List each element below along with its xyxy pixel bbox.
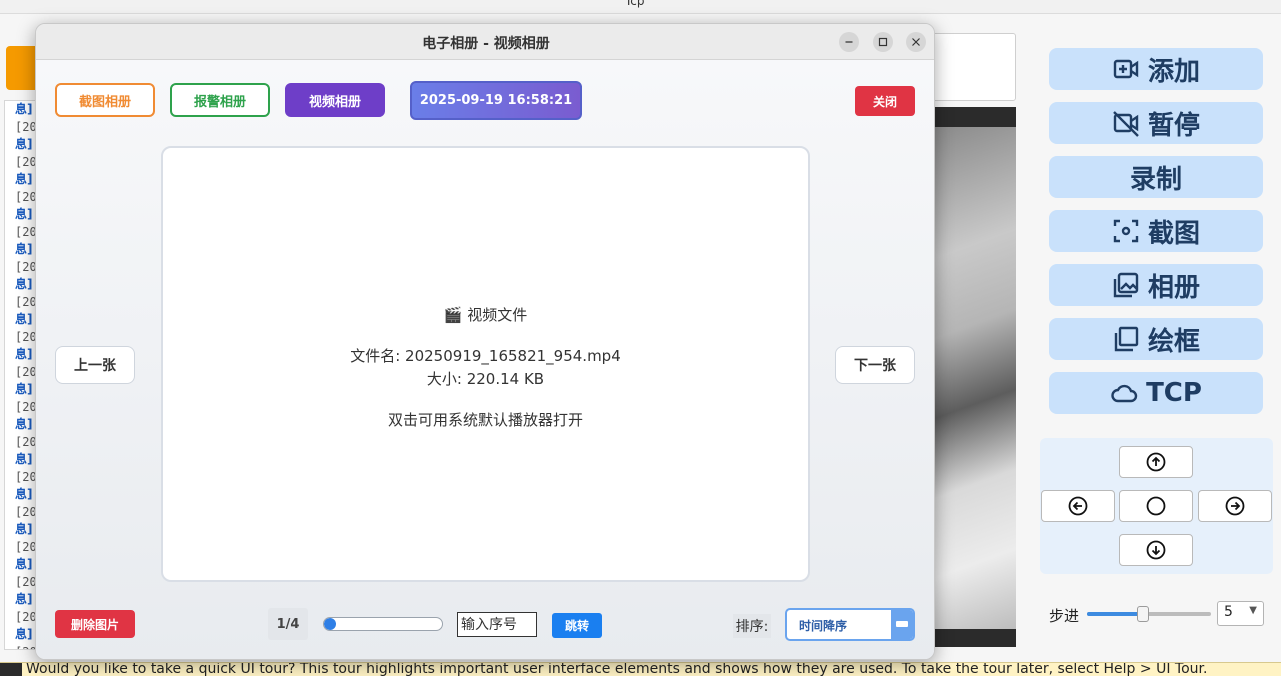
dialog-title: 电子相册 - 视频相册 <box>422 36 550 52</box>
video-off-icon <box>1113 111 1139 137</box>
sort-select[interactable]: 时间降序 <box>785 608 915 641</box>
arrow-left-icon <box>1068 496 1088 516</box>
draw-frame-button-label: 绘框 <box>1147 326 1200 357</box>
album-dialog: 电子相册 - 视频相册 截图相册 报警相册 视频相册 2025-09-19 16… <box>35 23 935 660</box>
tcp-button[interactable]: TCP <box>1049 372 1263 414</box>
left-button[interactable] <box>1041 490 1115 522</box>
step-value: 5 <box>1224 604 1233 620</box>
step-slider[interactable] <box>1087 606 1211 622</box>
minimize-icon <box>845 41 853 43</box>
down-button[interactable] <box>1119 534 1193 566</box>
progress-fill <box>324 618 336 630</box>
close-icon <box>912 38 920 46</box>
center-button[interactable] <box>1119 490 1193 522</box>
photo-album-icon <box>1113 272 1139 298</box>
circle-icon <box>1146 496 1166 516</box>
sort-value: 时间降序 <box>799 619 848 633</box>
maximize-button[interactable] <box>873 32 893 52</box>
screenshot-button-label: 截图 <box>1147 218 1200 249</box>
step-slider-fill <box>1087 612 1143 616</box>
close-button[interactable]: 关闭 <box>855 86 915 116</box>
dialog-title-bar[interactable]: 电子相册 - 视频相册 <box>36 24 934 60</box>
record-button-label: 录制 <box>1129 164 1182 195</box>
video-preview <box>930 107 1016 647</box>
dropdown-icon <box>891 610 913 639</box>
draw-frame-button[interactable]: 绘框 <box>1049 318 1263 360</box>
viewer-filesize: 大小: 220.14 KB <box>426 370 545 388</box>
media-viewer[interactable]: 🎬 视频文件 文件名: 20250919_165821_954.mp4 大小: … <box>161 146 810 582</box>
arrow-up-icon <box>1146 452 1166 472</box>
draw-frame-icon <box>1114 326 1139 352</box>
album-button-label: 相册 <box>1147 272 1200 303</box>
viewer-heading: 🎬 视频文件 <box>443 306 528 324</box>
maximize-icon <box>878 37 888 47</box>
tcp-button-label: TCP <box>1146 378 1202 408</box>
prev-button[interactable]: 上一张 <box>55 346 135 384</box>
page-indicator: 1/4 <box>268 608 308 640</box>
arrow-right-icon <box>1225 496 1245 516</box>
step-select[interactable]: 5 ▼ <box>1217 601 1264 626</box>
jump-button[interactable]: 跳转 <box>552 613 602 638</box>
add-button-label: 添加 <box>1147 56 1200 87</box>
cloud-icon <box>1111 384 1138 403</box>
album-button[interactable]: 相册 <box>1049 264 1263 306</box>
pause-button-label: 暂停 <box>1147 110 1200 141</box>
video-add-icon <box>1113 59 1139 79</box>
viewer-filename: 文件名: 20250919_165821_954.mp4 <box>350 347 621 365</box>
datetime-badge: 2025-09-19 16:58:21 <box>410 81 582 120</box>
jump-index-input[interactable] <box>457 612 537 637</box>
next-button[interactable]: 下一张 <box>835 346 915 384</box>
record-button[interactable]: 录制 <box>1049 156 1263 198</box>
up-button[interactable] <box>1119 446 1193 478</box>
app-input-box[interactable] <box>930 33 1016 101</box>
delete-button[interactable]: 删除图片 <box>55 610 135 638</box>
banner-mark <box>0 663 22 676</box>
pause-button[interactable]: 暂停 <box>1049 102 1263 144</box>
add-button[interactable]: 添加 <box>1049 48 1263 90</box>
minimize-button[interactable] <box>839 32 859 52</box>
arrow-down-icon <box>1146 540 1166 560</box>
screenshot-button[interactable]: 截图 <box>1049 210 1263 252</box>
window-close-button[interactable] <box>906 32 926 52</box>
viewer-hint: 双击可用系统默认播放器打开 <box>387 411 583 429</box>
step-slider-handle[interactable] <box>1136 606 1149 622</box>
tab-alarm-album[interactable]: 报警相册 <box>170 83 270 117</box>
screenshot-icon <box>1113 219 1139 243</box>
app-title: Tcp <box>625 0 645 8</box>
tab-video-album[interactable]: 视频相册 <box>285 83 385 117</box>
tab-screenshot-album[interactable]: 截图相册 <box>55 83 155 117</box>
step-label: 步进 <box>1049 607 1080 625</box>
album-progress-bar[interactable] <box>323 617 443 631</box>
ui-tour-banner: Would you like to take a quick UI tour? … <box>0 662 1281 676</box>
sort-label: 排序: <box>733 614 771 638</box>
chevron-down-icon: ▼ <box>1249 605 1257 616</box>
ui-tour-message: Would you like to take a quick UI tour? … <box>26 662 1208 676</box>
app-title-bar: Tcp <box>0 0 1281 14</box>
dialog-body: 截图相册 报警相册 视频相册 2025-09-19 16:58:21 关闭 🎬 … <box>36 60 934 659</box>
direction-pad <box>1040 438 1273 574</box>
right-button[interactable] <box>1198 490 1272 522</box>
